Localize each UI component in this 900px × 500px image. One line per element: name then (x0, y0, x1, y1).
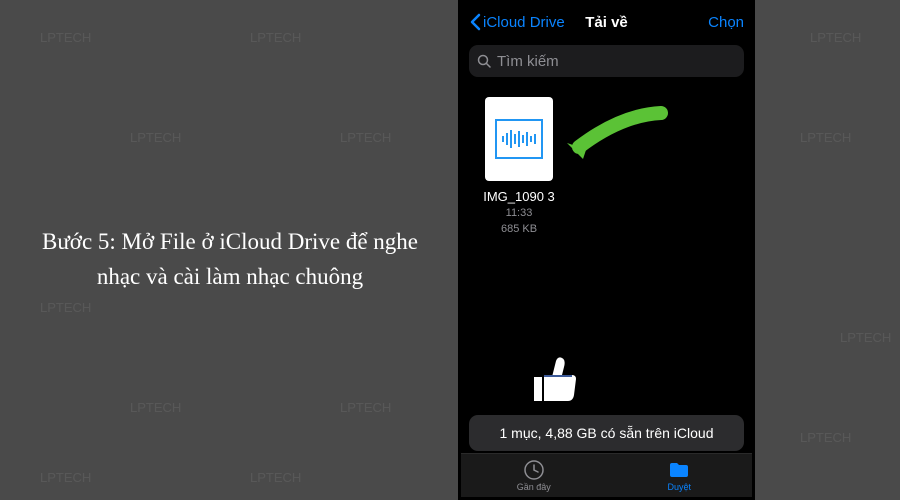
file-item[interactable]: IMG_1090 3 11:33 685 KB (475, 97, 563, 237)
clock-icon (523, 459, 545, 481)
navigation-bar: iCloud Drive Tải về Chọn (461, 3, 752, 41)
select-button[interactable]: Chọn (708, 14, 744, 31)
files-grid: IMG_1090 3 11:33 685 KB (461, 87, 752, 247)
storage-info: 1 mục, 4,88 GB có sẵn trên iCloud (469, 415, 744, 451)
search-placeholder: Tìm kiếm (497, 53, 559, 70)
instruction-text: Bước 5: Mở File ở iCloud Drive để nghe n… (30, 225, 430, 294)
folder-icon (668, 459, 690, 481)
phone-screenshot: iCloud Drive Tải về Chọn Tìm kiếm IMG_10… (458, 0, 755, 500)
back-label: iCloud Drive (483, 14, 565, 31)
back-button[interactable]: iCloud Drive (469, 13, 708, 31)
tab-recent[interactable]: Gần đây (461, 454, 607, 497)
file-size: 685 KB (475, 222, 563, 236)
file-name: IMG_1090 3 (475, 189, 563, 204)
search-input[interactable]: Tìm kiếm (469, 45, 744, 77)
tab-browse[interactable]: Duyệt (607, 454, 753, 497)
file-thumbnail (485, 97, 553, 181)
arrow-annotation (561, 105, 671, 175)
thumbs-up-icon (526, 351, 582, 407)
search-icon (477, 54, 491, 68)
file-time: 11:33 (475, 206, 563, 220)
tab-recent-label: Gần đây (517, 482, 551, 492)
tab-bar: Gần đây Duyệt (461, 453, 752, 497)
audio-waveform-icon (501, 129, 537, 149)
chevron-left-icon (469, 13, 481, 31)
tab-browse-label: Duyệt (667, 482, 691, 492)
